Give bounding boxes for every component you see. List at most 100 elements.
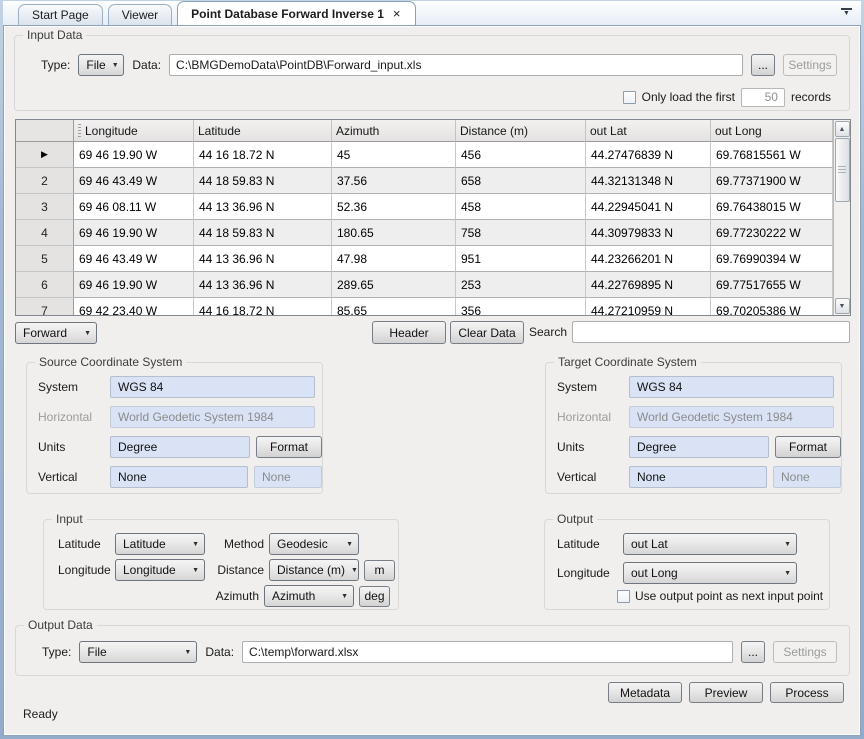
- cell-latitude[interactable]: 44 18 59.83 N: [194, 220, 332, 246]
- tab-list-menu-icon[interactable]: ▼: [841, 8, 852, 16]
- cell-out-long[interactable]: 69.77517655 W: [711, 272, 833, 298]
- azimuth-combobox[interactable]: Azimuth▼: [264, 585, 354, 607]
- cell-latitude[interactable]: 44 13 36.96 N: [194, 246, 332, 272]
- browse-button[interactable]: ...: [751, 54, 775, 76]
- table-row[interactable]: 5 69 46 43.49 W 44 13 36.96 N 47.98 951 …: [16, 246, 833, 272]
- tab-start-page[interactable]: Start Page: [18, 4, 103, 25]
- cell-longitude[interactable]: 69 46 43.49 W: [74, 168, 194, 194]
- column-header-distance[interactable]: Distance (m): [456, 120, 586, 142]
- browse-button[interactable]: ...: [741, 641, 765, 663]
- cell-distance[interactable]: 253: [456, 272, 586, 298]
- row-header[interactable]: 6: [16, 272, 74, 298]
- grid-corner-cell[interactable]: [16, 120, 74, 142]
- scroll-down-icon[interactable]: ▼: [835, 298, 850, 314]
- cell-out-lat[interactable]: 44.27210959 N: [586, 298, 711, 315]
- cell-azimuth[interactable]: 85.65: [332, 298, 456, 315]
- cell-longitude[interactable]: 69 46 19.90 W: [74, 142, 194, 168]
- cell-out-lat[interactable]: 44.22945041 N: [586, 194, 711, 220]
- cell-azimuth[interactable]: 47.98: [332, 246, 456, 272]
- cell-azimuth[interactable]: 37.56: [332, 168, 456, 194]
- tab-point-database-forward-inverse[interactable]: Point Database Forward Inverse 1 ×: [177, 1, 415, 25]
- row-header[interactable]: 4: [16, 220, 74, 246]
- distance-combobox[interactable]: Distance (m)▼: [269, 559, 359, 581]
- cell-out-long[interactable]: 69.76815561 W: [711, 142, 833, 168]
- row-header[interactable]: 7: [16, 298, 74, 315]
- use-output-point-checkbox[interactable]: [617, 590, 630, 603]
- cell-azimuth[interactable]: 180.65: [332, 220, 456, 246]
- method-combobox[interactable]: Geodesic▼: [269, 533, 359, 555]
- table-row[interactable]: ▶ 69 46 19.90 W 44 16 18.72 N 45 456 44.…: [16, 142, 833, 168]
- cell-out-long[interactable]: 69.77230222 W: [711, 220, 833, 246]
- row-header[interactable]: 3: [16, 194, 74, 220]
- cell-latitude[interactable]: 44 13 36.96 N: [194, 194, 332, 220]
- cell-out-lat[interactable]: 44.30979833 N: [586, 220, 711, 246]
- records-count-field[interactable]: [741, 88, 785, 107]
- output-data-path-field[interactable]: [242, 641, 733, 663]
- output-longitude-combobox[interactable]: out Long▼: [623, 562, 797, 584]
- target-vertical-field[interactable]: None: [629, 466, 767, 488]
- header-button[interactable]: Header: [372, 321, 446, 344]
- output-settings-button[interactable]: Settings: [773, 641, 837, 663]
- tab-viewer[interactable]: Viewer: [108, 4, 172, 25]
- vertical-scrollbar[interactable]: ▲ ▼: [833, 120, 850, 315]
- cell-latitude[interactable]: 44 13 36.96 N: [194, 272, 332, 298]
- cell-distance[interactable]: 458: [456, 194, 586, 220]
- output-latitude-combobox[interactable]: out Lat▼: [623, 533, 797, 555]
- cell-latitude[interactable]: 44 16 18.72 N: [194, 142, 332, 168]
- cell-out-lat[interactable]: 44.23266201 N: [586, 246, 711, 272]
- row-header-current[interactable]: ▶: [16, 142, 74, 168]
- cell-latitude[interactable]: 44 16 18.72 N: [194, 298, 332, 315]
- input-type-combobox[interactable]: File ▼: [78, 54, 124, 76]
- source-system-field[interactable]: WGS 84: [110, 376, 315, 398]
- source-vertical-field[interactable]: None: [110, 466, 248, 488]
- cell-azimuth[interactable]: 289.65: [332, 272, 456, 298]
- cell-out-long[interactable]: 69.76438015 W: [711, 194, 833, 220]
- only-load-checkbox[interactable]: [623, 91, 636, 104]
- target-system-field[interactable]: WGS 84: [629, 376, 834, 398]
- cell-azimuth[interactable]: 45: [332, 142, 456, 168]
- cell-out-long[interactable]: 69.77371900 W: [711, 168, 833, 194]
- cell-longitude[interactable]: 69 46 43.49 W: [74, 246, 194, 272]
- clear-data-button[interactable]: Clear Data: [450, 321, 524, 344]
- cell-out-lat[interactable]: 44.22769895 N: [586, 272, 711, 298]
- cell-out-lat[interactable]: 44.27476839 N: [586, 142, 711, 168]
- target-units-field[interactable]: Degree: [629, 436, 769, 458]
- table-row[interactable]: 2 69 46 43.49 W 44 18 59.83 N 37.56 658 …: [16, 168, 833, 194]
- cell-longitude[interactable]: 69 46 19.90 W: [74, 220, 194, 246]
- target-format-button[interactable]: Format: [775, 436, 841, 458]
- azimuth-unit-button[interactable]: deg: [359, 586, 390, 607]
- process-button[interactable]: Process: [770, 682, 844, 703]
- cell-azimuth[interactable]: 52.36: [332, 194, 456, 220]
- table-row[interactable]: 7 69 42 23.40 W 44 16 18.72 N 85.65 356 …: [16, 298, 833, 315]
- close-tab-icon[interactable]: ×: [392, 7, 402, 20]
- direction-combobox[interactable]: Forward ▼: [15, 322, 97, 344]
- cell-out-long[interactable]: 69.76990394 W: [711, 246, 833, 272]
- distance-unit-button[interactable]: m: [364, 560, 395, 581]
- table-row[interactable]: 6 69 46 19.90 W 44 13 36.96 N 289.65 253…: [16, 272, 833, 298]
- scrollbar-thumb[interactable]: [835, 138, 850, 202]
- cell-distance[interactable]: 951: [456, 246, 586, 272]
- table-row[interactable]: 4 69 46 19.90 W 44 18 59.83 N 180.65 758…: [16, 220, 833, 246]
- cell-longitude[interactable]: 69 46 08.11 W: [74, 194, 194, 220]
- cell-longitude[interactable]: 69 46 19.90 W: [74, 272, 194, 298]
- input-data-path-field[interactable]: [169, 54, 743, 76]
- output-type-combobox[interactable]: File ▼: [79, 641, 197, 663]
- cell-distance[interactable]: 758: [456, 220, 586, 246]
- preview-button[interactable]: Preview: [689, 682, 763, 703]
- column-header-out-lat[interactable]: out Lat: [586, 120, 711, 142]
- metadata-button[interactable]: Metadata: [608, 682, 682, 703]
- scroll-up-icon[interactable]: ▲: [835, 121, 850, 137]
- search-input[interactable]: [572, 321, 850, 343]
- column-header-out-long[interactable]: out Long: [711, 120, 833, 142]
- row-header[interactable]: 2: [16, 168, 74, 194]
- cell-distance[interactable]: 456: [456, 142, 586, 168]
- input-longitude-combobox[interactable]: Longitude▼: [115, 559, 205, 581]
- table-row[interactable]: 3 69 46 08.11 W 44 13 36.96 N 52.36 458 …: [16, 194, 833, 220]
- source-format-button[interactable]: Format: [256, 436, 322, 458]
- cell-out-long[interactable]: 69.70205386 W: [711, 298, 833, 315]
- input-latitude-combobox[interactable]: Latitude▼: [115, 533, 205, 555]
- column-header-latitude[interactable]: Latitude: [194, 120, 332, 142]
- row-header[interactable]: 5: [16, 246, 74, 272]
- cell-out-lat[interactable]: 44.32131348 N: [586, 168, 711, 194]
- cell-distance[interactable]: 356: [456, 298, 586, 315]
